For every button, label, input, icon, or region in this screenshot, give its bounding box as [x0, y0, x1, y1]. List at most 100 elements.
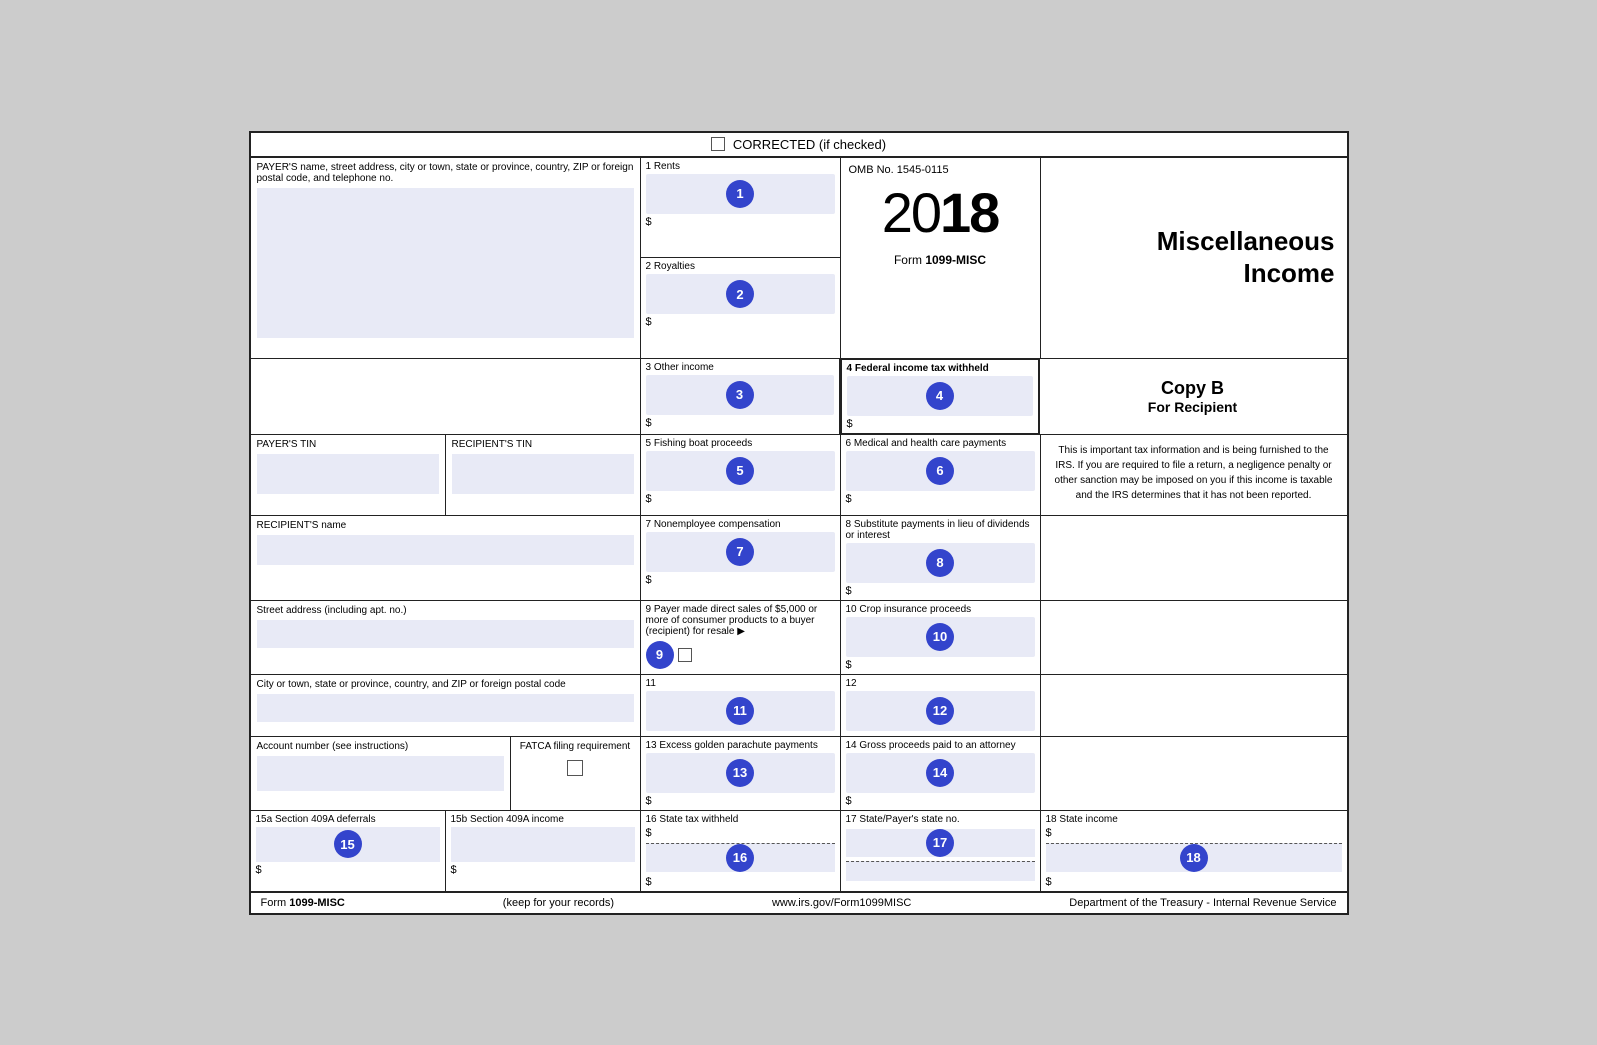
box16-cell: 16 State tax withheld $ 16 $: [641, 811, 841, 891]
notice-section: This is important tax information and is…: [1041, 435, 1347, 515]
box18-cell: 18 State income $ 18 $: [1041, 811, 1347, 891]
street-address-input[interactable]: [257, 620, 634, 648]
omb-number: OMB No. 1545-0115: [849, 164, 949, 176]
badge15: 15: [334, 830, 362, 858]
box1-cell: 1 Rents 1 $: [641, 158, 840, 259]
box9-checkbox[interactable]: [678, 648, 692, 662]
city-label: City or town, state or province, country…: [257, 679, 634, 690]
box11-label: 11: [646, 678, 835, 689]
footer-form-number: 1099-MISC: [289, 897, 345, 909]
box15a-label: 15a Section 409A deferrals: [256, 814, 440, 825]
box4-input-area[interactable]: 4: [847, 376, 1033, 416]
street-address-section: Street address (including apt. no.): [251, 601, 641, 674]
badge14: 14: [926, 759, 954, 787]
title-section: Miscellaneous Income: [1041, 158, 1347, 358]
box14-dollar: $: [846, 795, 1035, 807]
payer-spacer: [251, 359, 641, 434]
box3-input-area[interactable]: 3: [646, 375, 834, 415]
box14-label: 14 Gross proceeds paid to an attorney: [846, 740, 1035, 751]
box8-label: 8 Substitute payments in lieu of dividen…: [846, 519, 1035, 541]
box17-label: 17 State/Payer's state no.: [846, 814, 1035, 825]
badge9: 9: [646, 641, 674, 669]
recipient-name-label: RECIPIENT'S name: [257, 520, 634, 531]
box13-input-area[interactable]: 13: [646, 753, 835, 793]
box5-cell: 5 Fishing boat proceeds 5 $: [641, 435, 841, 515]
payer-name-input-area[interactable]: [257, 188, 634, 338]
recipient-tin-section: RECIPIENT'S TIN: [446, 435, 641, 515]
city-section: City or town, state or province, country…: [251, 675, 641, 736]
row1: PAYER'S name, street address, city or to…: [251, 157, 1347, 358]
year-suffix: 18: [940, 181, 998, 244]
box4-dollar: $: [847, 418, 1033, 430]
box5-input-area[interactable]: 5: [646, 451, 835, 491]
account-number-input[interactable]: [257, 756, 504, 791]
box1-input-area[interactable]: 1: [646, 174, 835, 214]
box18-label: 18 State income: [1046, 814, 1342, 825]
box12-input-area[interactable]: 12: [846, 691, 1035, 731]
box13-dollar: $: [646, 795, 835, 807]
form-number-bold: 1099-MISC: [925, 253, 986, 267]
copy-b-section: Copy B For Recipient: [1039, 359, 1347, 434]
fatca-checkbox[interactable]: [567, 760, 583, 776]
box5-dollar: $: [646, 493, 835, 505]
title-block: Miscellaneous Income: [1157, 226, 1335, 288]
box1-label: 1 Rents: [646, 161, 835, 172]
box3-cell: 3 Other income 3 $: [641, 359, 841, 434]
box16-dollar1: $: [646, 827, 835, 839]
footer-website: www.irs.gov/Form1099MISC: [772, 897, 911, 909]
omb-year-section: OMB No. 1545-0115 2018 Form 1099-MISC: [841, 158, 1041, 358]
badge5: 5: [726, 457, 754, 485]
box18-dollar1: $: [1046, 827, 1342, 839]
row7: Account number (see instructions) FATCA …: [251, 736, 1347, 810]
box7-input-area[interactable]: 7: [646, 532, 835, 572]
payer-tin-section: PAYER'S TIN: [251, 435, 446, 515]
notice-text: This is important tax information and is…: [1055, 445, 1333, 501]
box11-cell: 11 11: [641, 675, 841, 736]
box15b-dollar: $: [451, 864, 635, 876]
box13-cell: 13 Excess golden parachute payments 13 $: [641, 737, 841, 810]
box1-dollar: $: [646, 216, 835, 228]
recipient-tin-label: RECIPIENT'S TIN: [452, 439, 634, 450]
badge11: 11: [726, 697, 754, 725]
box8-input-area[interactable]: 8: [846, 543, 1035, 583]
footer-dept: Department of the Treasury - Internal Re…: [1069, 897, 1336, 909]
box4-label: 4 Federal income tax withheld: [847, 363, 1033, 374]
box11-input-area[interactable]: 11: [646, 691, 835, 731]
city-input[interactable]: [257, 694, 634, 722]
box10-dollar: $: [846, 659, 1035, 671]
row8: 15a Section 409A deferrals 15 $ 15b Sect…: [251, 810, 1347, 891]
box13-label: 13 Excess golden parachute payments: [646, 740, 835, 751]
year-display: 2018: [882, 180, 999, 245]
box2-cell: 2 Royalties 2 $: [641, 258, 840, 358]
box9-cell: 9 Payer made direct sales of $5,000 or m…: [641, 601, 841, 674]
box15b-label: 15b Section 409A income: [451, 814, 635, 825]
payer-name-label: PAYER'S name, street address, city or to…: [257, 162, 634, 184]
box10-input-area[interactable]: 10: [846, 617, 1035, 657]
box3-dollar: $: [646, 417, 834, 429]
box1-box2-column: 1 Rents 1 $ 2 Royalties 2 $: [641, 158, 841, 358]
payer-tin-input[interactable]: [257, 454, 439, 494]
box7-dollar: $: [646, 574, 835, 586]
box17-cell: 17 State/Payer's state no. 17: [841, 811, 1041, 891]
row5: Street address (including apt. no.) 9 Pa…: [251, 600, 1347, 674]
payer-name-section: PAYER'S name, street address, city or to…: [251, 158, 641, 358]
box15a-dollar: $: [256, 864, 440, 876]
box3-label: 3 Other income: [646, 362, 834, 373]
box2-input-area[interactable]: 2: [646, 274, 835, 314]
badge1: 1: [726, 180, 754, 208]
box10-label: 10 Crop insurance proceeds: [846, 604, 1035, 615]
recipient-tin-input[interactable]: [452, 454, 634, 494]
row2: 3 Other income 3 $ 4 Federal income tax …: [251, 358, 1347, 434]
badge4: 4: [926, 382, 954, 410]
year-prefix: 20: [882, 181, 940, 244]
box6-input-area[interactable]: 6: [846, 451, 1035, 491]
box14-input-area[interactable]: 14: [846, 753, 1035, 793]
box5-label: 5 Fishing boat proceeds: [646, 438, 835, 449]
corrected-checkbox[interactable]: [711, 137, 725, 151]
notice-spacer-row4: [1041, 516, 1347, 600]
title-line2: Income: [1157, 258, 1335, 289]
badge12: 12: [926, 697, 954, 725]
recipient-name-input[interactable]: [257, 535, 634, 565]
badge2: 2: [726, 280, 754, 308]
payer-tin-label: PAYER'S TIN: [257, 439, 439, 450]
